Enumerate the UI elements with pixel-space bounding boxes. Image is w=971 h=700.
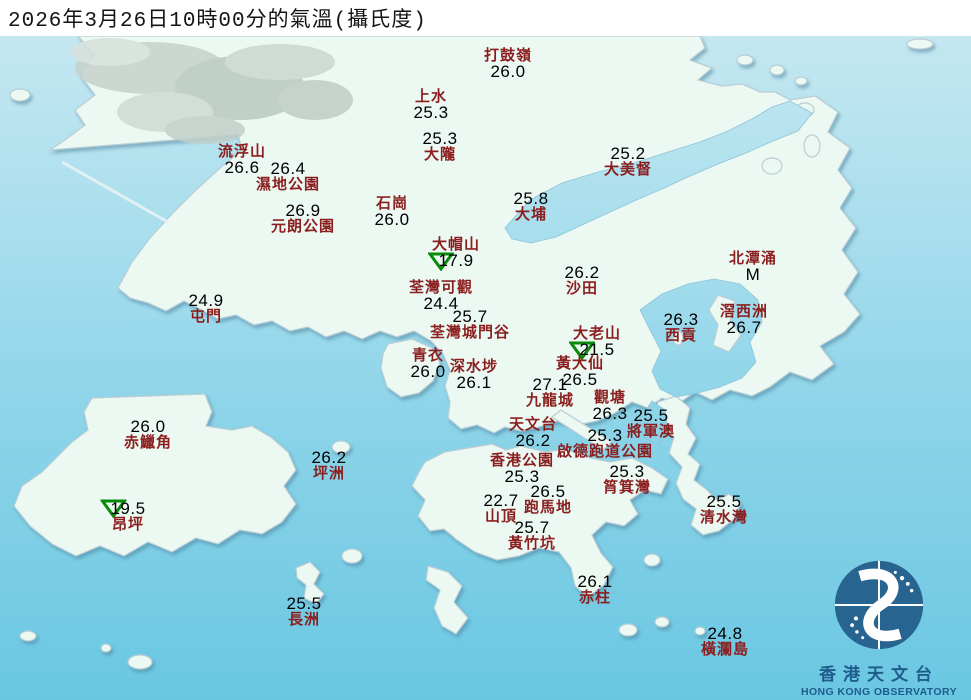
hko-logo-english-name: HONG KONG OBSERVATORY [793, 686, 965, 698]
station-name: 坪洲 [311, 466, 346, 482]
station: 26.4濕地公園 [256, 161, 320, 193]
title-bar: 2026年3月26日10時00分的氣溫(攝氏度) [0, 0, 971, 36]
station-name: 荃灣城門谷 [430, 325, 510, 341]
station: 25.8大埔 [513, 191, 548, 223]
station-value: 26.0 [484, 64, 532, 80]
station: 25.5清水灣 [700, 494, 748, 526]
station: 觀塘26.3 [592, 390, 627, 422]
station-value: 26.7 [720, 320, 768, 336]
station: 大老山21.5 [573, 326, 621, 358]
station-value: 25.5 [627, 408, 675, 424]
station-value: 26.2 [311, 450, 346, 466]
station-name: 大隴 [422, 147, 457, 163]
station: 北潭涌M [729, 251, 777, 283]
station: 25.3筲箕灣 [603, 464, 651, 496]
station-value: 26.0 [410, 364, 445, 380]
station: 石崗26.0 [374, 196, 409, 228]
station: 25.3大隴 [422, 131, 457, 163]
station-value: 25.3 [422, 131, 457, 147]
station: 滘西洲26.7 [720, 304, 768, 336]
station: 25.5長洲 [286, 596, 321, 628]
station: 大帽山17.9 [432, 237, 480, 269]
station-value: 22.7 [483, 493, 518, 509]
station-name: 沙田 [564, 281, 599, 297]
hko-logo: 香港天文台 HONG KONG OBSERVATORY [793, 557, 965, 698]
station: 26.3西貢 [663, 312, 698, 344]
station-value: 24.9 [188, 293, 223, 309]
station: 25.2大美督 [604, 146, 652, 178]
station-value: 25.3 [603, 464, 651, 480]
station-name: 西貢 [663, 328, 698, 344]
station-name: 橫瀾島 [701, 642, 749, 658]
station-name: 濕地公園 [256, 177, 320, 193]
station: 24.8橫瀾島 [701, 626, 749, 658]
station: 26.5跑馬地 [524, 484, 572, 516]
station-value: 26.0 [374, 212, 409, 228]
station-name: 黃竹坑 [508, 536, 556, 552]
station-value: 26.5 [524, 484, 572, 500]
station-name: 大美督 [604, 162, 652, 178]
station-value: 26.1 [450, 375, 498, 391]
station-value: 26.2 [509, 433, 557, 449]
station-name: 大埔 [513, 207, 548, 223]
station: 26.2坪洲 [311, 450, 346, 482]
station: 香港公園25.3 [490, 453, 554, 485]
station-name: 九龍城 [526, 393, 574, 409]
station: 青衣26.0 [410, 348, 445, 380]
station: 26.9元朗公園 [271, 203, 335, 235]
station: 25.7黃竹坑 [508, 520, 556, 552]
station-value: 25.7 [508, 520, 556, 536]
station: 19.5昂坪 [110, 501, 145, 533]
station-value: 17.9 [432, 253, 480, 269]
station: 27.1九龍城 [526, 377, 574, 409]
station-name: 啟德跑道公園 [557, 444, 653, 460]
station-value: 24.8 [701, 626, 749, 642]
station-value: 19.5 [110, 501, 145, 517]
station-value: 26.3 [592, 406, 627, 422]
station-value: 26.4 [256, 161, 320, 177]
temperature-map-app: 2026年3月26日10時00分的氣溫(攝氏度) 打鼓嶺26.0上水25.325… [0, 0, 971, 700]
station-name: 跑馬地 [524, 500, 572, 516]
station: 上水25.3 [413, 89, 448, 121]
station-value: 26.9 [271, 203, 335, 219]
station-value: M [729, 267, 777, 283]
station-value: 26.0 [124, 419, 172, 435]
station-name: 赤鱲角 [124, 435, 172, 451]
station-name: 屯門 [188, 309, 223, 325]
station: 26.2沙田 [564, 265, 599, 297]
hko-logo-icon [831, 557, 927, 653]
station-name: 赤柱 [577, 590, 612, 606]
station: 天文台26.2 [509, 417, 557, 449]
station: 打鼓嶺26.0 [484, 48, 532, 80]
station-name: 清水灣 [700, 510, 748, 526]
station-value: 25.5 [286, 596, 321, 612]
station-value: 26.2 [564, 265, 599, 281]
station: 24.9屯門 [188, 293, 223, 325]
station-value: 27.1 [526, 377, 574, 393]
station-value: 25.5 [700, 494, 748, 510]
station-value: 25.3 [557, 428, 653, 444]
map-title: 2026年3月26日10時00分的氣溫(攝氏度) [0, 3, 427, 33]
station-name: 昂坪 [110, 517, 145, 533]
station-value: 25.7 [430, 309, 510, 325]
station-value: 25.8 [513, 191, 548, 207]
station-name: 筲箕灣 [603, 480, 651, 496]
station-value: 25.3 [413, 105, 448, 121]
hko-logo-chinese-name: 香港天文台 [793, 660, 965, 685]
station: 深水埗26.1 [450, 359, 498, 391]
station-value: 26.3 [663, 312, 698, 328]
station-name: 長洲 [286, 612, 321, 628]
station-name: 元朗公園 [271, 219, 335, 235]
station: 26.0赤鱲角 [124, 419, 172, 451]
station-value: 26.1 [577, 574, 612, 590]
station: 26.1赤柱 [577, 574, 612, 606]
station: 25.3啟德跑道公園 [557, 428, 653, 460]
station: 25.7荃灣城門谷 [430, 309, 510, 341]
station-value: 25.2 [604, 146, 652, 162]
